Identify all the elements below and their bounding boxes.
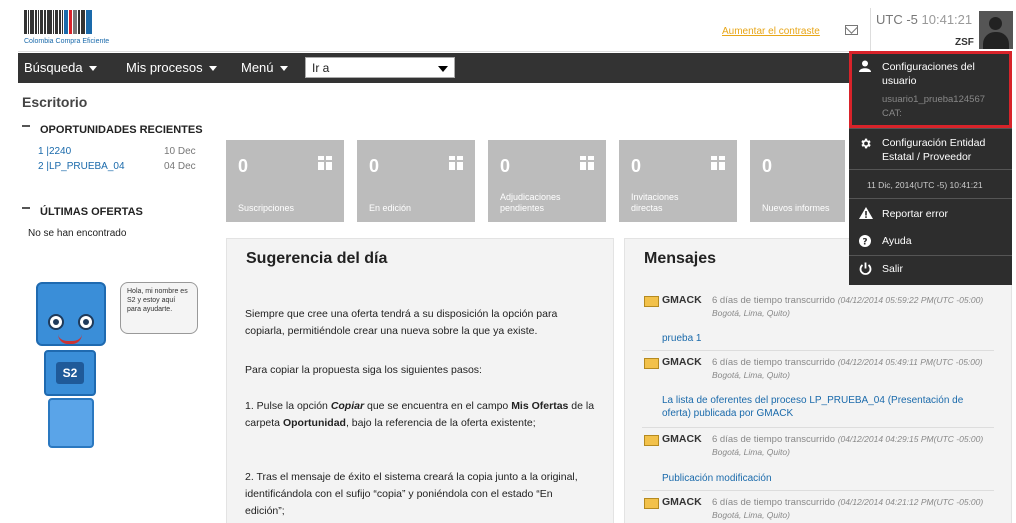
increase-contrast-link[interactable]: Aumentar el contraste [722,26,820,37]
mascot-eye [78,314,94,330]
goto-select[interactable]: Ir a [305,57,455,78]
goto-select-value: Ir a [312,61,330,75]
gift-icon [318,156,332,170]
tip-paragraph: Para copiar la propuesta siga los siguie… [245,364,482,376]
user-code: ZSF [955,37,974,48]
collapse-icon [22,125,30,128]
nav-mis-procesos[interactable]: Mis procesos [126,60,217,75]
menu-config-user[interactable]: Configuraciones del usuario [882,60,1002,88]
tile-en-edicion[interactable]: 0 En edición [357,140,475,222]
menu-help[interactable]: Ayuda [882,234,912,248]
messages-title: Mensajes [644,250,717,267]
chevron-down-icon [279,66,288,72]
menu-report-error[interactable]: Reportar error [882,207,948,221]
envelope-icon [644,435,659,446]
chevron-down-icon [438,66,448,72]
tip-paragraph: 2. Tras el mensaje de éxito el sistema c… [245,471,578,517]
mascot-eye [48,314,64,330]
timezone-clock: UTC -5 10:41:21 [876,12,972,27]
menu-config-entity[interactable]: Configuración Entidad Estatal / Proveedo… [882,136,1007,164]
tip-title: Sugerencia del día [246,250,388,267]
nav-menu[interactable]: Menú [241,60,288,75]
tip-paragraph: 1. Pulse la opción Copiar que se encuent… [245,400,595,429]
power-icon [859,262,872,275]
no-offers-text: No se han encontrado [28,228,127,239]
mascot-badge: S2 [56,362,84,384]
clock-time: 10:41:21 [921,12,973,27]
message-subject-link[interactable]: Publicación modificación [662,472,992,485]
recent-opportunities-heading[interactable]: OPORTUNIDADES RECIENTES [22,124,203,136]
divider [849,128,1012,129]
recent-opportunity-item[interactable]: 1 |2240 10 Dec [38,146,196,157]
top-header: Colombia Compra Eficiente Aumentar el co… [18,8,1013,52]
gift-icon [580,156,594,170]
timezone-label: UTC -5 [876,12,918,27]
svg-text:?: ? [862,237,867,247]
gift-icon [711,156,725,170]
mascot-mouth [58,334,82,344]
tile-suscripciones[interactable]: 0 Suscripciones [226,140,344,222]
gear-icon [861,138,871,149]
envelope-icon [644,358,659,369]
tile-adjudicaciones[interactable]: 0 Adjudicaciones pendientes [488,140,606,222]
menu-cat: CAT: [882,108,902,119]
logo-barcode-icon [24,10,92,34]
envelope-icon [644,296,659,307]
tip-paragraph: Siempre que cree una oferta tendrá a su … [245,308,558,337]
help-icon: ? [859,235,871,247]
logo-text: Colombia Compra Eficiente [24,38,110,45]
mascot-body: S2 [44,350,96,396]
user-icon [859,60,871,72]
envelope-icon [644,498,659,509]
menu-username: usuario1_prueba124567 [882,94,986,105]
user-menu-dropdown: Configuraciones del usuario usuario1_pru… [849,51,1012,285]
tile-invitaciones[interactable]: 0 Invitaciones directas [619,140,737,222]
nav-busqueda[interactable]: Búsqueda [24,60,97,75]
mascot-speech-bubble: Hola, mi nombre es S2 y estoy aquí para … [120,282,198,334]
tile-nuevos-informes[interactable]: 0 Nuevos informes [750,140,845,222]
divider [642,490,994,491]
divider [849,169,1012,170]
colombia-compra-logo[interactable]: Colombia Compra Eficiente [24,10,128,48]
avatar[interactable] [979,11,1013,49]
chevron-down-icon [208,66,217,72]
user-box[interactable]: UTC -5 10:41:21 ZSF [870,8,1013,52]
divider [642,427,994,428]
divider [849,198,1012,199]
menu-date: 11 Dic, 2014(UTC -5) 10:41:21 [867,180,983,190]
mascot-head [36,282,106,346]
chevron-down-icon [88,66,97,72]
mascot-base [48,398,94,448]
collapse-icon [22,207,30,210]
mail-icon[interactable] [845,25,858,35]
menu-logout[interactable]: Salir [882,262,903,276]
divider [642,350,994,351]
divider [849,255,1012,256]
latest-offers-heading[interactable]: ÚLTIMAS OFERTAS [22,206,143,218]
message-subject-link[interactable]: prueba 1 [662,332,992,345]
s2-mascot: S2 Hola, mi nombre es S2 y estoy aquí pa… [30,278,200,458]
recent-opportunity-item[interactable]: 2 |LP_PRUEBA_04 04 Dec [38,161,196,172]
gift-icon [449,156,463,170]
page-title: Escritorio [22,94,88,110]
warning-icon [859,207,873,219]
message-subject-link[interactable]: La lista de oferentes del proceso LP_PRU… [662,394,992,420]
